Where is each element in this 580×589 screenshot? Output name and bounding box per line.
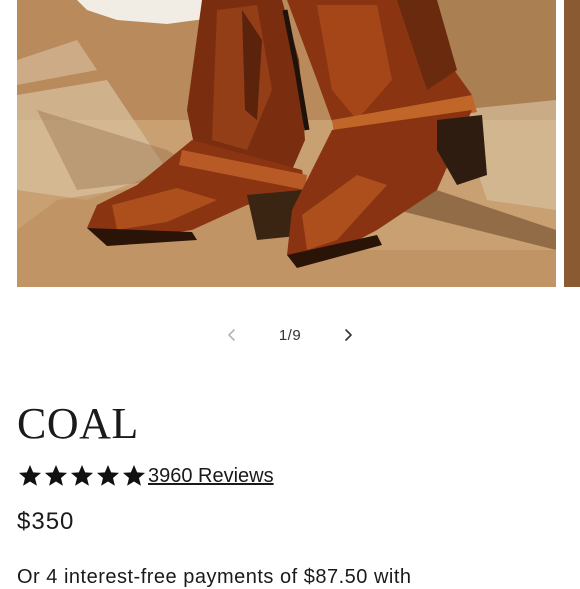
product-image[interactable] [17,0,556,287]
chevron-right-icon [345,329,352,341]
reviews-link[interactable]: 3960 Reviews [148,463,274,489]
installments-text: Or 4 interest-free payments of $87.50 wi… [17,566,412,588]
star-icon [18,464,42,486]
star-icon [44,464,68,486]
image-counter: 1/9 [278,326,302,344]
product-title: COAL [17,399,139,448]
previous-image-button[interactable] [215,318,249,352]
gallery-pager: 1/9 [0,318,580,352]
product-rating[interactable]: 3960 Reviews [17,462,274,490]
star-rating [17,463,147,489]
star-icon [122,464,146,486]
next-product-image-peek[interactable] [564,0,580,287]
product-price: $350 [17,508,75,535]
next-image-button[interactable] [331,318,365,352]
chevron-left-icon [228,329,235,341]
star-icon [96,464,120,486]
star-icon [70,464,94,486]
